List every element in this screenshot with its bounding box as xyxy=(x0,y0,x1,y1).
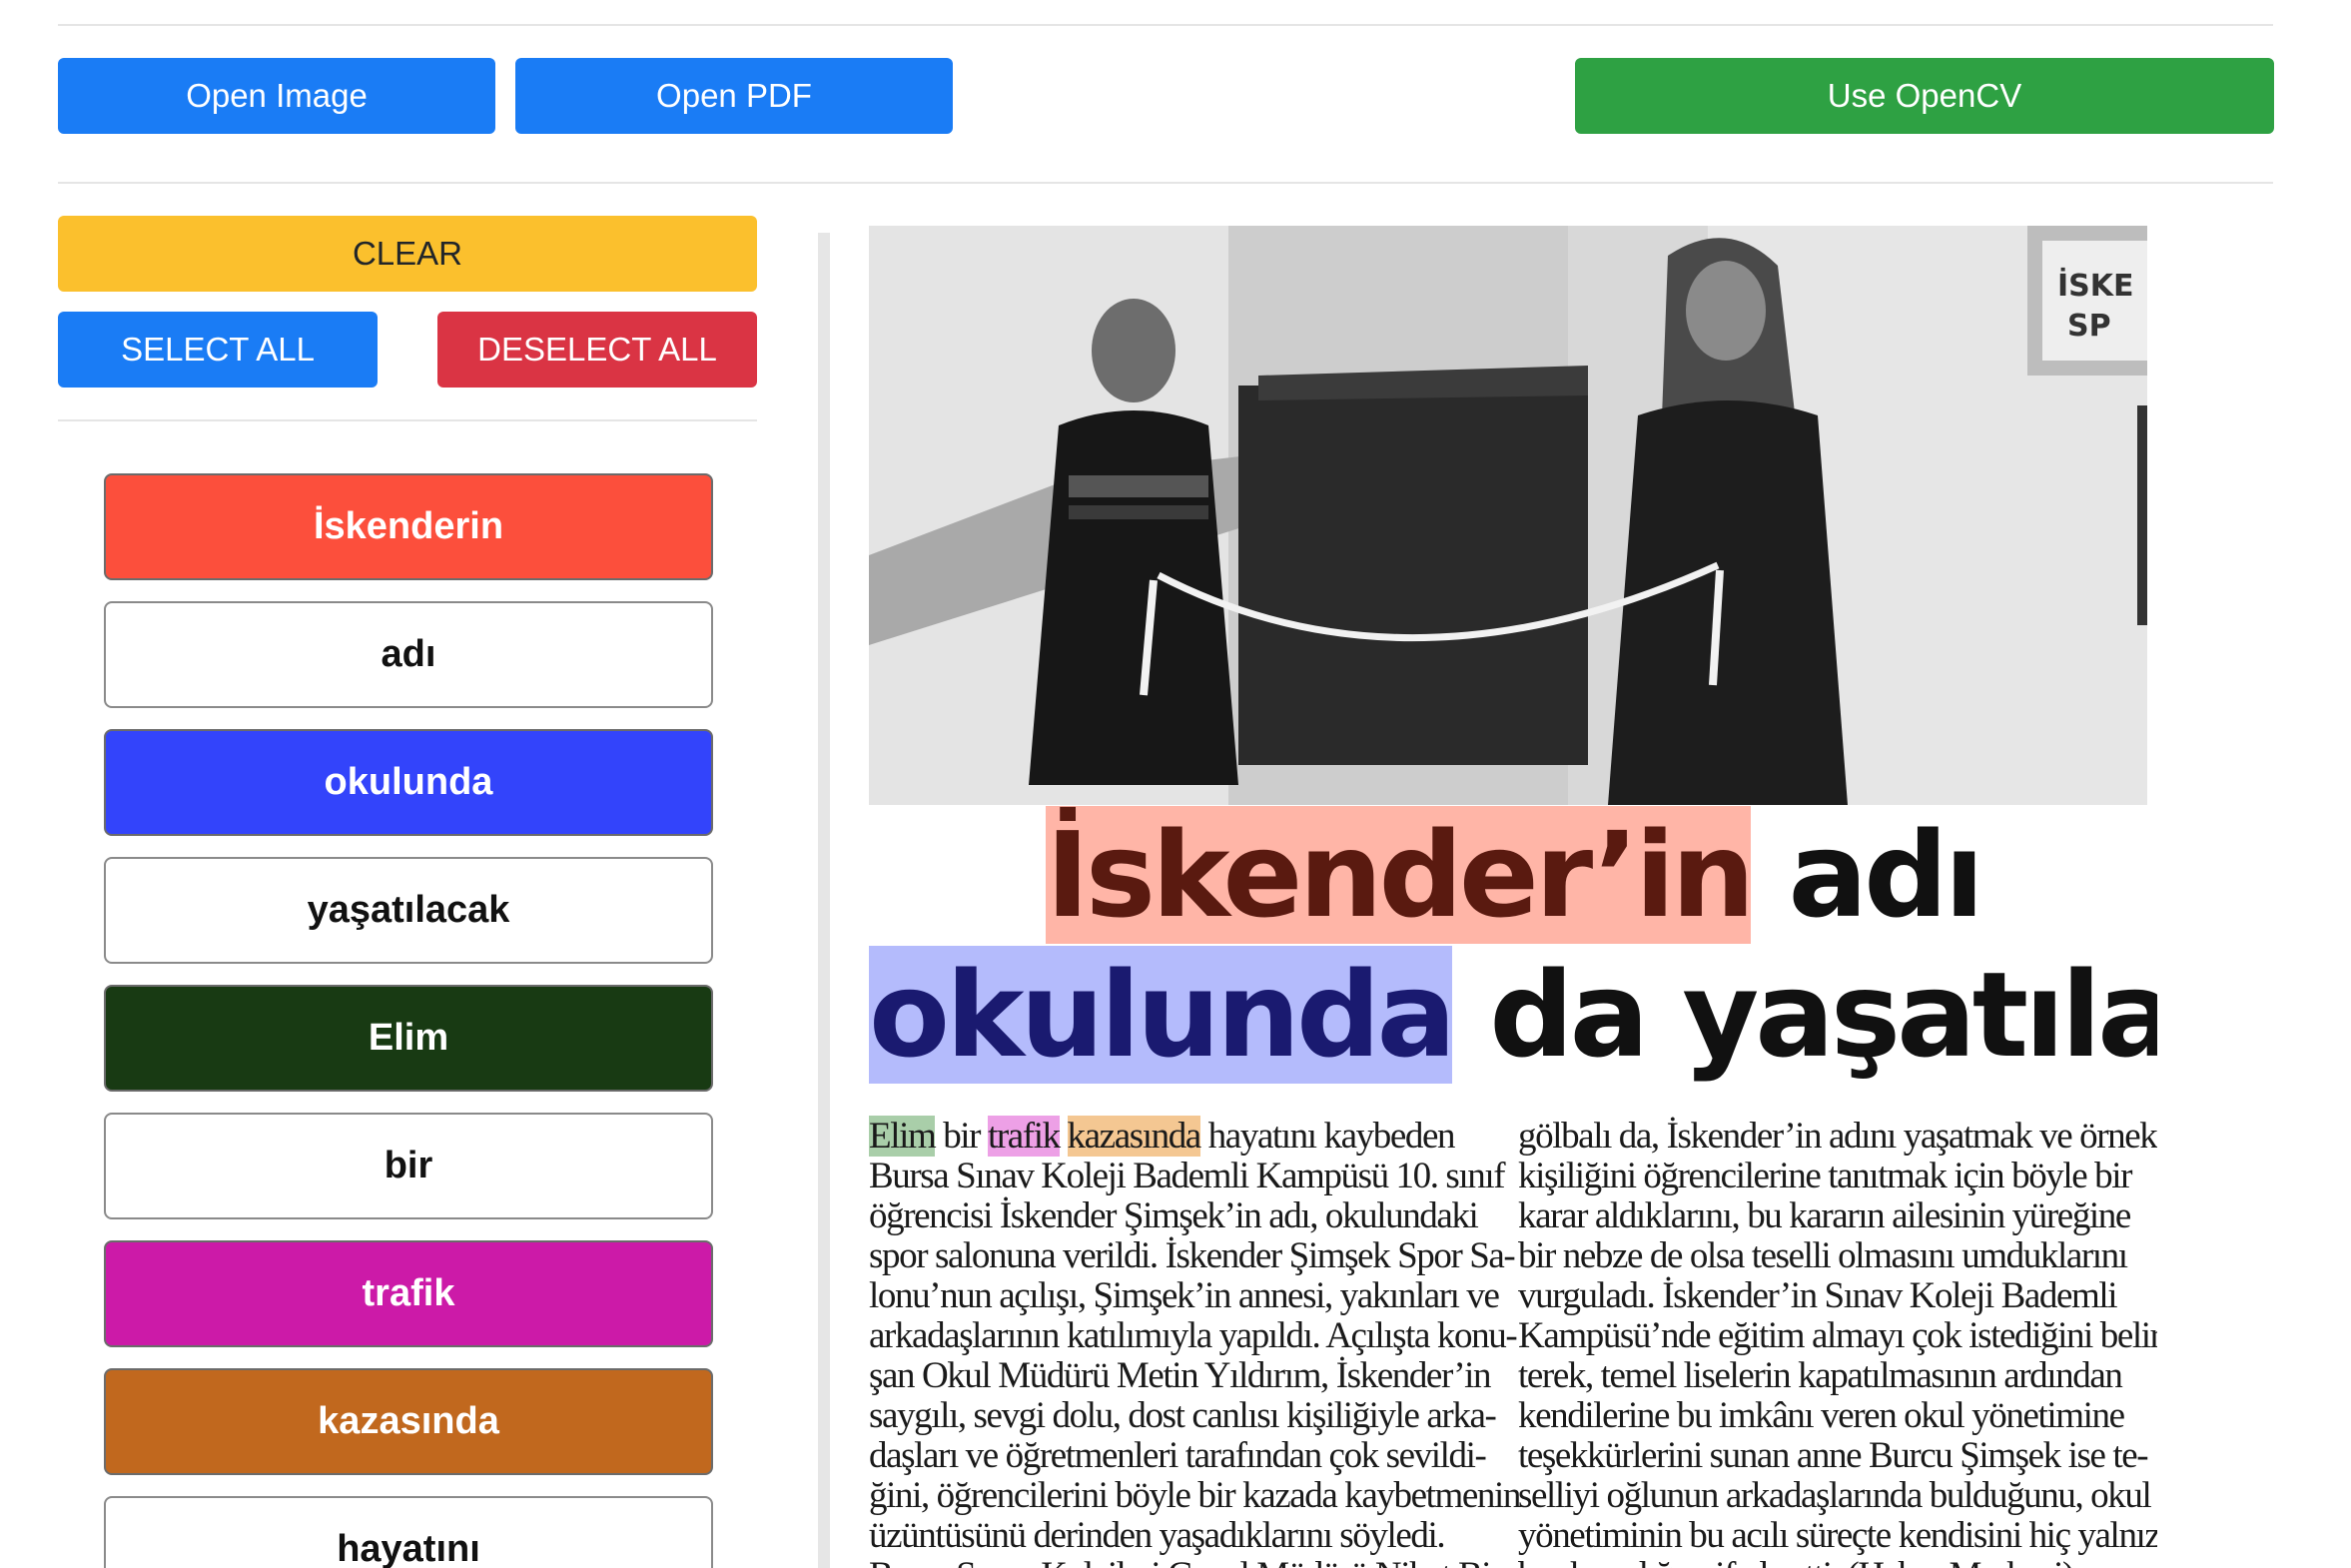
article-line: bir nebze de olsa teselli olmasını umduk… xyxy=(1518,1235,2128,1276)
svg-text:SP: SP xyxy=(2067,309,2111,344)
headline-rest-2: da yaşatılacak xyxy=(1489,946,2157,1084)
word-chip[interactable]: adı xyxy=(104,601,713,708)
text-span xyxy=(1060,1116,1068,1157)
article-line: gölbalı da, İskender’in adını yaşatmak v… xyxy=(1518,1116,2157,1157)
use-opencv-button[interactable]: Use OpenCV xyxy=(1575,58,2274,134)
article-line: Elim bir trafik kazasında hayatını kaybe… xyxy=(869,1116,1508,1157)
word-chip[interactable]: kazasında xyxy=(104,1368,713,1475)
word-list: İskenderin adı okulunda yaşatılacak Elim bir t… xyxy=(104,473,713,1568)
article-line: yönetiminin bu acılı süreçte kendisini h… xyxy=(1518,1515,2157,1556)
article-line: saygılı, sevgi dolu, dost canlısı kişili… xyxy=(869,1395,1497,1436)
highlight-kazasinda: kazasında xyxy=(1067,1116,1201,1157)
highlight-trafik: trafik xyxy=(987,1116,1061,1157)
article-line: arkadaşlarının katılımıyla yapıldı. Açıl… xyxy=(869,1315,1518,1356)
toolbar-divider xyxy=(58,182,2273,184)
headline-line-1: İskender’in adı xyxy=(869,800,2157,950)
article-line: şan Okul Müdürü Metin Yıldırım, İskender… xyxy=(869,1355,1492,1396)
article-line: selliyi oğlunun arkadaşlarında bulduğunu… xyxy=(1518,1475,2152,1516)
article-line: spor salonuna verildi. İskender Şimşek S… xyxy=(869,1235,1516,1276)
article-line: Bursa Sınav Koleji Bademli Kampüsü 10. s… xyxy=(869,1156,1506,1196)
text-span: bir xyxy=(935,1116,988,1157)
word-chip[interactable]: yaşatılacak xyxy=(104,857,713,964)
word-chip[interactable]: bir xyxy=(104,1113,713,1219)
svg-text:İSKE: İSKE xyxy=(2057,268,2134,304)
article-line: kişiliğini öğrencilerine tanıtmak için b… xyxy=(1518,1156,2132,1196)
headline-highlight-okulunda: okulunda xyxy=(869,946,1456,1084)
controls-divider xyxy=(58,419,757,421)
article-line: lonu’nun açılışı, Şimşek’in annesi, yakı… xyxy=(869,1275,1500,1316)
news-photo: İSKE SP xyxy=(869,226,2147,805)
clear-button[interactable]: CLEAR xyxy=(58,216,757,292)
article-line: karar aldıklarını, bu kararın ailesinin … xyxy=(1518,1195,2131,1236)
news-photo-drawing: İSKE SP xyxy=(869,226,2147,805)
top-divider xyxy=(58,24,2273,26)
word-chip[interactable]: hayatını xyxy=(104,1496,713,1568)
article-line: teşekkürlerini sunan anne Burcu Şimşek i… xyxy=(1518,1435,2149,1476)
text-span: hayatını kaybeden xyxy=(1199,1116,1456,1157)
panel-splitter[interactable] xyxy=(818,233,830,1568)
article-line: üzüntüsünü derinden yaşadıklarını söyled… xyxy=(869,1515,1446,1556)
open-pdf-button[interactable]: Open PDF xyxy=(515,58,953,134)
article-line: öğrencisi İskender Şimşek’in adı, okulun… xyxy=(869,1195,1479,1236)
article-line: daşları ve öğretmenleri tarafından çok s… xyxy=(869,1435,1487,1476)
article-line: bırakmadığını ifade etti. (Haber Merkezi… xyxy=(1518,1556,2157,1568)
headline-line-2: okulunda da yaşatılacak xyxy=(869,940,2157,1090)
article-column-2: gölbalı da, İskender’in adını yaşatmak v… xyxy=(1518,1117,2157,1568)
headline-highlight-iskenderin: İskender’in xyxy=(1045,806,1755,944)
article-column-1: Elim bir trafik kazasında hayatını kaybe… xyxy=(869,1116,1521,1568)
article-line: terek, temel liselerin kapatılmasının ar… xyxy=(1518,1355,2123,1396)
article-line: ğini, öğrencilerini böyle bir kazada kay… xyxy=(869,1475,1521,1516)
open-image-button[interactable]: Open Image xyxy=(58,58,495,134)
highlight-elim: Elim xyxy=(869,1116,937,1157)
article-line: vurguladı. İskender’in Sınav Koleji Bade… xyxy=(1518,1275,2118,1316)
deselect-all-button[interactable]: DESELECT ALL xyxy=(437,312,757,388)
select-all-button[interactable]: SELECT ALL xyxy=(58,312,378,388)
word-chip[interactable]: İskenderin xyxy=(104,473,713,580)
word-chip[interactable]: okulunda xyxy=(104,729,713,836)
word-chip[interactable]: trafik xyxy=(104,1240,713,1347)
word-chip[interactable]: Elim xyxy=(104,985,713,1092)
article-line: kendilerine bu imkânı veren okul yönetim… xyxy=(1518,1395,2125,1436)
headline-rest-1: adı xyxy=(1751,806,1984,944)
document-image: İSKE SP İskender’in adı okulunda da yaşa… xyxy=(869,226,2157,1568)
article-line: Kampüsü’nde eğitim almayı çok istediğini… xyxy=(1518,1315,2157,1356)
article-line: Bursa Sınav Kolejleri Genel Müdürü Nihat… xyxy=(869,1556,1513,1568)
